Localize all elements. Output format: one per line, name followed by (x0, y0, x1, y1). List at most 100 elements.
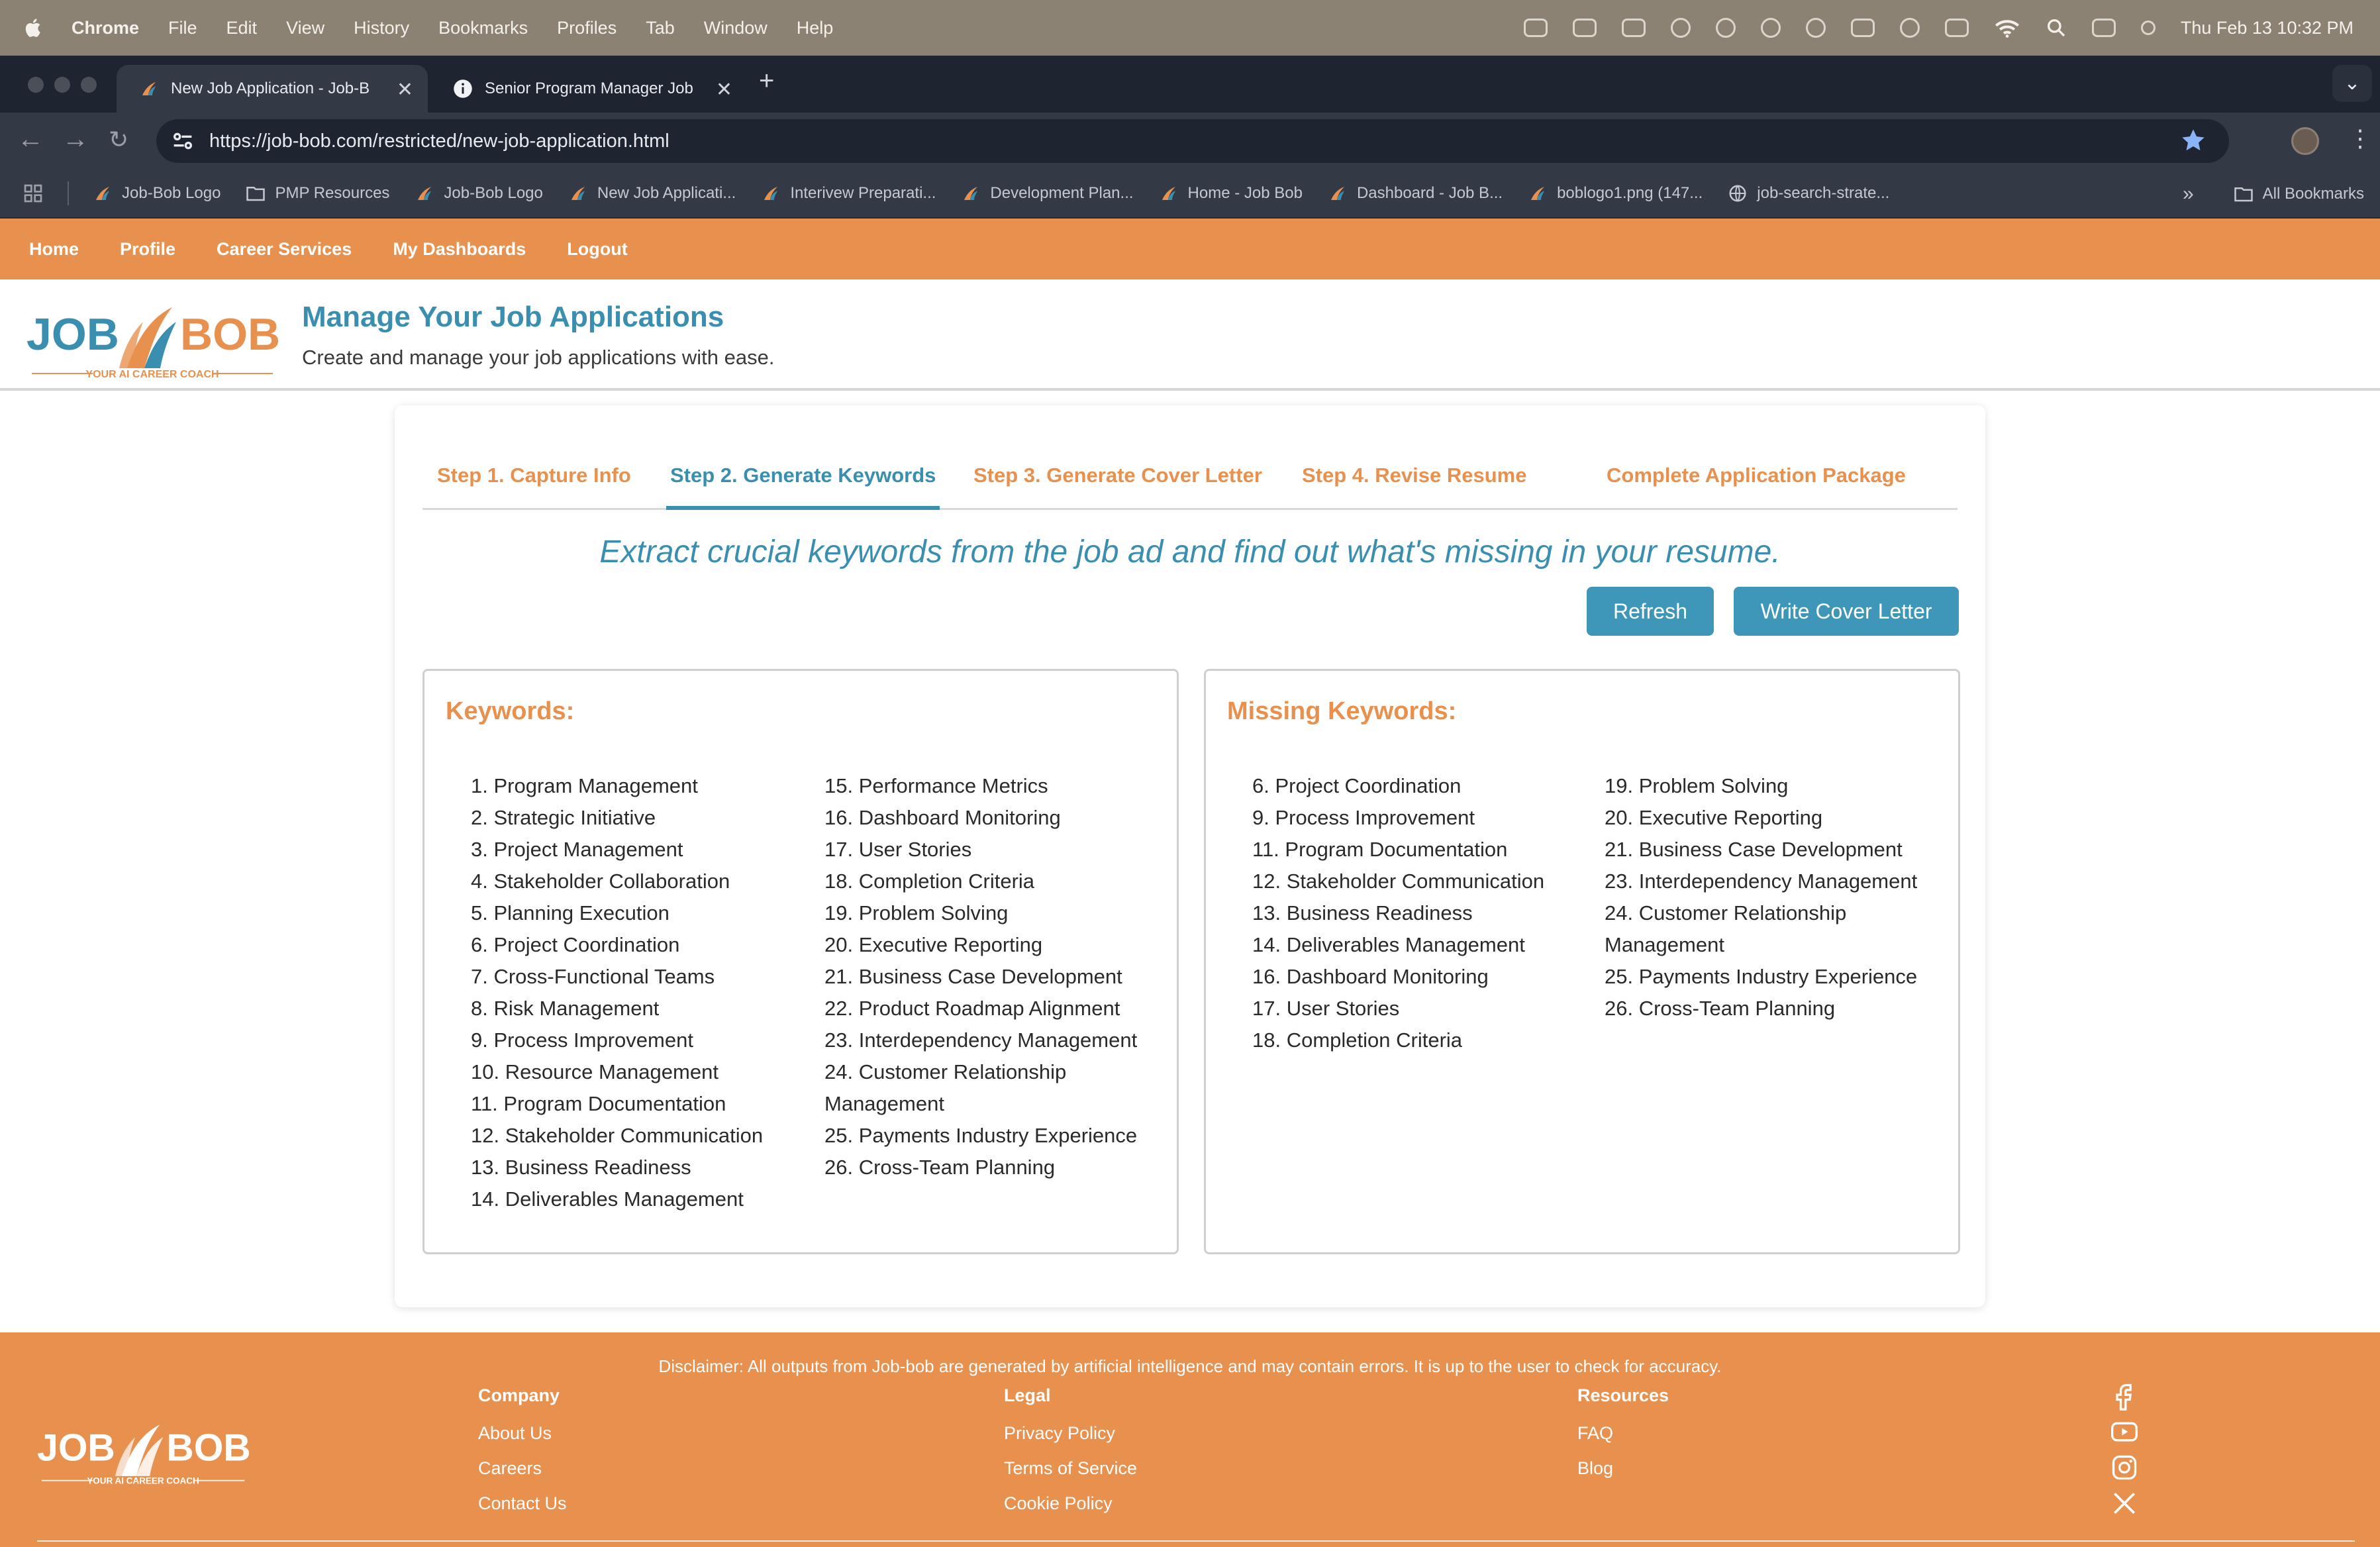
browser-tab[interactable]: Senior Program Manager Job ✕ (430, 65, 747, 113)
missing-keyword-item: 16. Dashboard Monitoring (1252, 965, 1489, 988)
zoom-icon[interactable] (1523, 19, 1548, 37)
x-icon[interactable] (2110, 1489, 2139, 1518)
screenshot-icon[interactable] (1572, 19, 1597, 37)
missing-keyword-item: 11. Program Documentation (1252, 838, 1508, 861)
browser-tab-active[interactable]: New Job Application - Job-B ✕ (117, 65, 428, 113)
footer-logo[interactable]: JOB BOB YOUR AI CAREER COACH (37, 1415, 249, 1487)
menu-tab[interactable]: Tab (646, 18, 675, 38)
menu-edit[interactable]: Edit (226, 18, 258, 38)
write-cover-letter-button[interactable]: Write Cover Letter (1734, 587, 1959, 636)
window-minimize-dot[interactable] (54, 77, 70, 93)
forward-arrow-icon[interactable]: → (62, 125, 89, 154)
browser-tab-strip: New Job Application - Job-B ✕ Senior Pro… (0, 56, 2380, 113)
footer-link-terms[interactable]: Terms of Service (1004, 1458, 1137, 1479)
nav-home[interactable]: Home (29, 239, 79, 260)
wifi-icon[interactable] (1994, 17, 2020, 38)
apple-icon[interactable] (23, 17, 45, 39)
url-text[interactable]: https://job-bob.com/restricted/new-job-a… (209, 130, 669, 152)
bookmark-label: Dashboard - Job B... (1356, 184, 1503, 202)
keyword-item: 20. Executive Reporting (824, 933, 1043, 956)
ai-disclaimer: Disclaimer: All outputs from Job-bob are… (658, 1356, 1722, 1376)
refresh-button[interactable]: Refresh (1587, 587, 1714, 636)
nav-profile[interactable]: Profile (120, 239, 175, 260)
control-center-icon[interactable] (2091, 19, 2116, 37)
play-icon[interactable] (1899, 18, 1920, 38)
youtube-icon[interactable] (2110, 1417, 2139, 1446)
window-close-dot[interactable] (28, 77, 44, 93)
footer-link-careers[interactable]: Careers (478, 1458, 567, 1479)
facebook-icon[interactable] (2110, 1381, 2139, 1411)
bookmarks-overflow-icon[interactable]: » (2183, 183, 2194, 205)
footer-resources: Resources FAQ Blog (1577, 1385, 1669, 1493)
cloud-icon[interactable] (1760, 18, 1781, 38)
menu-view[interactable]: View (286, 18, 324, 38)
browser-toolbar: ← → ↻ https://job-bob.com/restricted/new… (0, 113, 2380, 170)
bookmark-folder[interactable]: PMP Resources (246, 183, 389, 203)
footer-link-about[interactable]: About Us (478, 1423, 567, 1444)
window-zoom-dot[interactable] (81, 77, 97, 93)
nav-career-services[interactable]: Career Services (217, 239, 352, 260)
menu-window[interactable]: Window (704, 18, 768, 38)
address-bar[interactable]: https://job-bob.com/restricted/new-job-a… (156, 119, 2229, 163)
bookmark-star-icon[interactable] (2180, 127, 2206, 154)
new-tab-icon[interactable]: + (759, 66, 774, 96)
missing-keyword-item: 17. User Stories (1252, 997, 1400, 1020)
tab-step-3[interactable]: Step 3. Generate Cover Letter (973, 464, 1262, 510)
bookmark-item[interactable]: Job-Bob Logo (415, 183, 543, 203)
menu-profiles[interactable]: Profiles (557, 18, 617, 38)
logo-tagline: YOUR AI CAREER COACH (85, 369, 219, 380)
tab-complete-package[interactable]: Complete Application Package (1607, 464, 1906, 510)
tab-step-2[interactable]: Step 2. Generate Keywords (666, 464, 940, 510)
instagram-icon[interactable] (2110, 1453, 2139, 1482)
footer-link-blog[interactable]: Blog (1577, 1458, 1669, 1479)
footer-link-privacy[interactable]: Privacy Policy (1004, 1423, 1137, 1444)
tab-step-1[interactable]: Step 1. Capture Info (437, 464, 631, 510)
footer-divider (37, 1540, 2355, 1542)
all-bookmarks-folder[interactable]: All Bookmarks (2234, 184, 2364, 204)
profile-avatar[interactable] (2291, 127, 2319, 155)
close-tab-icon[interactable]: ✕ (397, 78, 413, 101)
bookmark-item[interactable]: job-search-strate... (1728, 183, 1889, 203)
keyword-item: 7. Cross-Functional Teams (471, 965, 715, 988)
more-menu-icon[interactable]: ⋮ (2348, 125, 2372, 152)
tab-search-icon[interactable]: ⌄ (2332, 65, 2372, 102)
spotlight-icon[interactable] (2046, 17, 2067, 38)
menu-app-name[interactable]: Chrome (72, 18, 139, 38)
tab-step-4[interactable]: Step 4. Revise Resume (1302, 464, 1526, 510)
window-icon[interactable] (1850, 19, 1875, 37)
bookmark-item[interactable]: Dashboard - Job B... (1328, 183, 1503, 203)
site-settings-icon[interactable] (170, 128, 196, 154)
bookmarks-right: » All Bookmarks (2183, 170, 2364, 219)
footer-link-contact[interactable]: Contact Us (478, 1493, 567, 1514)
menubar-clock[interactable]: Thu Feb 13 10:32 PM (2181, 18, 2354, 38)
bookmark-item[interactable]: Development Plan... (961, 183, 1134, 203)
sync-icon[interactable] (1715, 18, 1736, 38)
menu-history[interactable]: History (354, 18, 409, 38)
site-footer: Disclaimer: All outputs from Job-bob are… (0, 1332, 2380, 1547)
back-arrow-icon[interactable]: ← (17, 125, 44, 154)
siri-icon[interactable] (2140, 21, 2156, 35)
footer-link-faq[interactable]: FAQ (1577, 1423, 1669, 1444)
close-tab-icon[interactable]: ✕ (716, 78, 732, 101)
job-bob-logo[interactable]: JOB BOB YOUR AI CAREER COACH (26, 295, 278, 381)
menu-bookmarks[interactable]: Bookmarks (438, 18, 528, 38)
footer-link-cookie[interactable]: Cookie Policy (1004, 1493, 1137, 1514)
creative-cloud-icon[interactable] (1805, 18, 1826, 38)
bookmark-label: Interivew Preparati... (790, 184, 936, 202)
reload-icon[interactable]: ↻ (109, 126, 128, 154)
menu-help[interactable]: Help (797, 18, 834, 38)
bookmark-item[interactable]: Interivew Preparati... (761, 183, 936, 203)
apps-grid-icon[interactable] (23, 183, 44, 204)
nav-logout[interactable]: Logout (567, 239, 627, 260)
battery-icon[interactable] (1944, 19, 1969, 37)
menu-file[interactable]: File (168, 18, 197, 38)
bookmark-item[interactable]: boblogo1.png (147... (1528, 183, 1703, 203)
bookmark-item[interactable]: Home - Job Bob (1159, 183, 1303, 203)
accessibility-icon[interactable] (1670, 18, 1691, 38)
clipboard-icon[interactable] (1621, 19, 1646, 37)
bookmark-item[interactable]: New Job Applicati... (568, 183, 736, 203)
bookmark-item[interactable]: Job-Bob Logo (93, 183, 221, 203)
keyword-item: 17. User Stories (824, 838, 972, 861)
missing-keyword-item: 24. Customer Relationship Management (1605, 901, 1847, 956)
nav-my-dashboards[interactable]: My Dashboards (393, 239, 526, 260)
